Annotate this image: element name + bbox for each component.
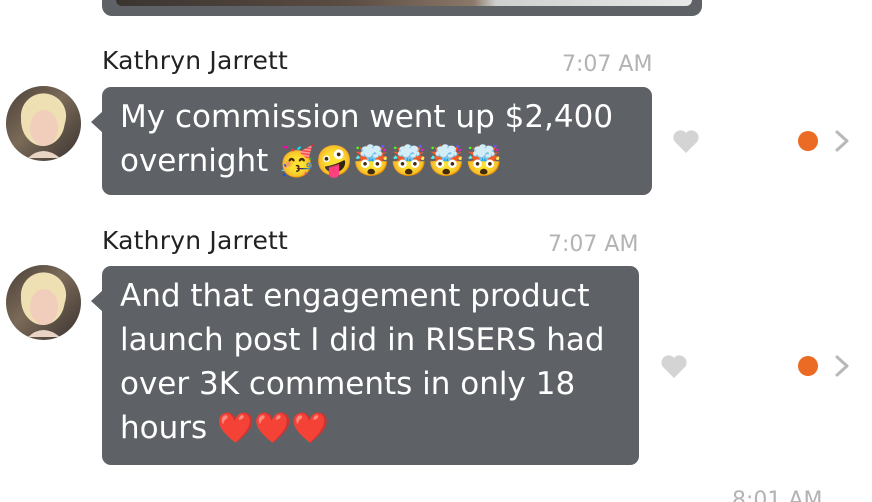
message-time: 7:07 AM — [562, 52, 653, 77]
chat-thread: Kathryn Jarrett 7:07 AM My commission we… — [0, 0, 872, 502]
message-time: 7:07 AM — [548, 232, 639, 257]
emoji-row: 🥳🤪🤯🤯🤯🤯 — [278, 144, 503, 179]
avatar[interactable] — [6, 265, 81, 340]
unread-dot — [798, 131, 818, 151]
message-text-line: My commission went up $2,400 — [120, 99, 614, 135]
message-text: overnight — [120, 143, 269, 179]
media-thumbnail[interactable] — [116, 0, 692, 6]
message-text-line: over 3K comments in only 18 — [120, 366, 576, 402]
sender-name: Kathryn Jarrett — [102, 226, 289, 255]
message-bubble[interactable]: And that engagement product launch post … — [91, 266, 639, 465]
message-time: 8:01 AM — [732, 488, 823, 502]
heart-icon[interactable] — [672, 128, 700, 154]
avatar[interactable] — [6, 86, 81, 161]
previous-media-message[interactable] — [102, 0, 702, 16]
emoji-row: ❤️❤️❤️ — [217, 411, 330, 446]
sender-name: Kathryn Jarrett — [102, 46, 289, 75]
chevron-right-icon[interactable] — [834, 129, 850, 153]
chevron-right-icon[interactable] — [834, 354, 850, 378]
unread-dot — [798, 356, 818, 376]
message-text-line: launch post I did in RISERS had — [120, 322, 605, 358]
message-text-line: And that engagement product — [120, 278, 590, 314]
message-text-line: overnight 🥳🤪🤯🤯🤯🤯 — [120, 139, 634, 184]
message-text: hours — [120, 410, 208, 446]
heart-icon[interactable] — [660, 353, 688, 379]
message-text-line: hours ❤️❤️❤️ — [120, 406, 621, 451]
message-bubble[interactable]: My commission went up $2,400 overnight 🥳… — [91, 87, 652, 195]
